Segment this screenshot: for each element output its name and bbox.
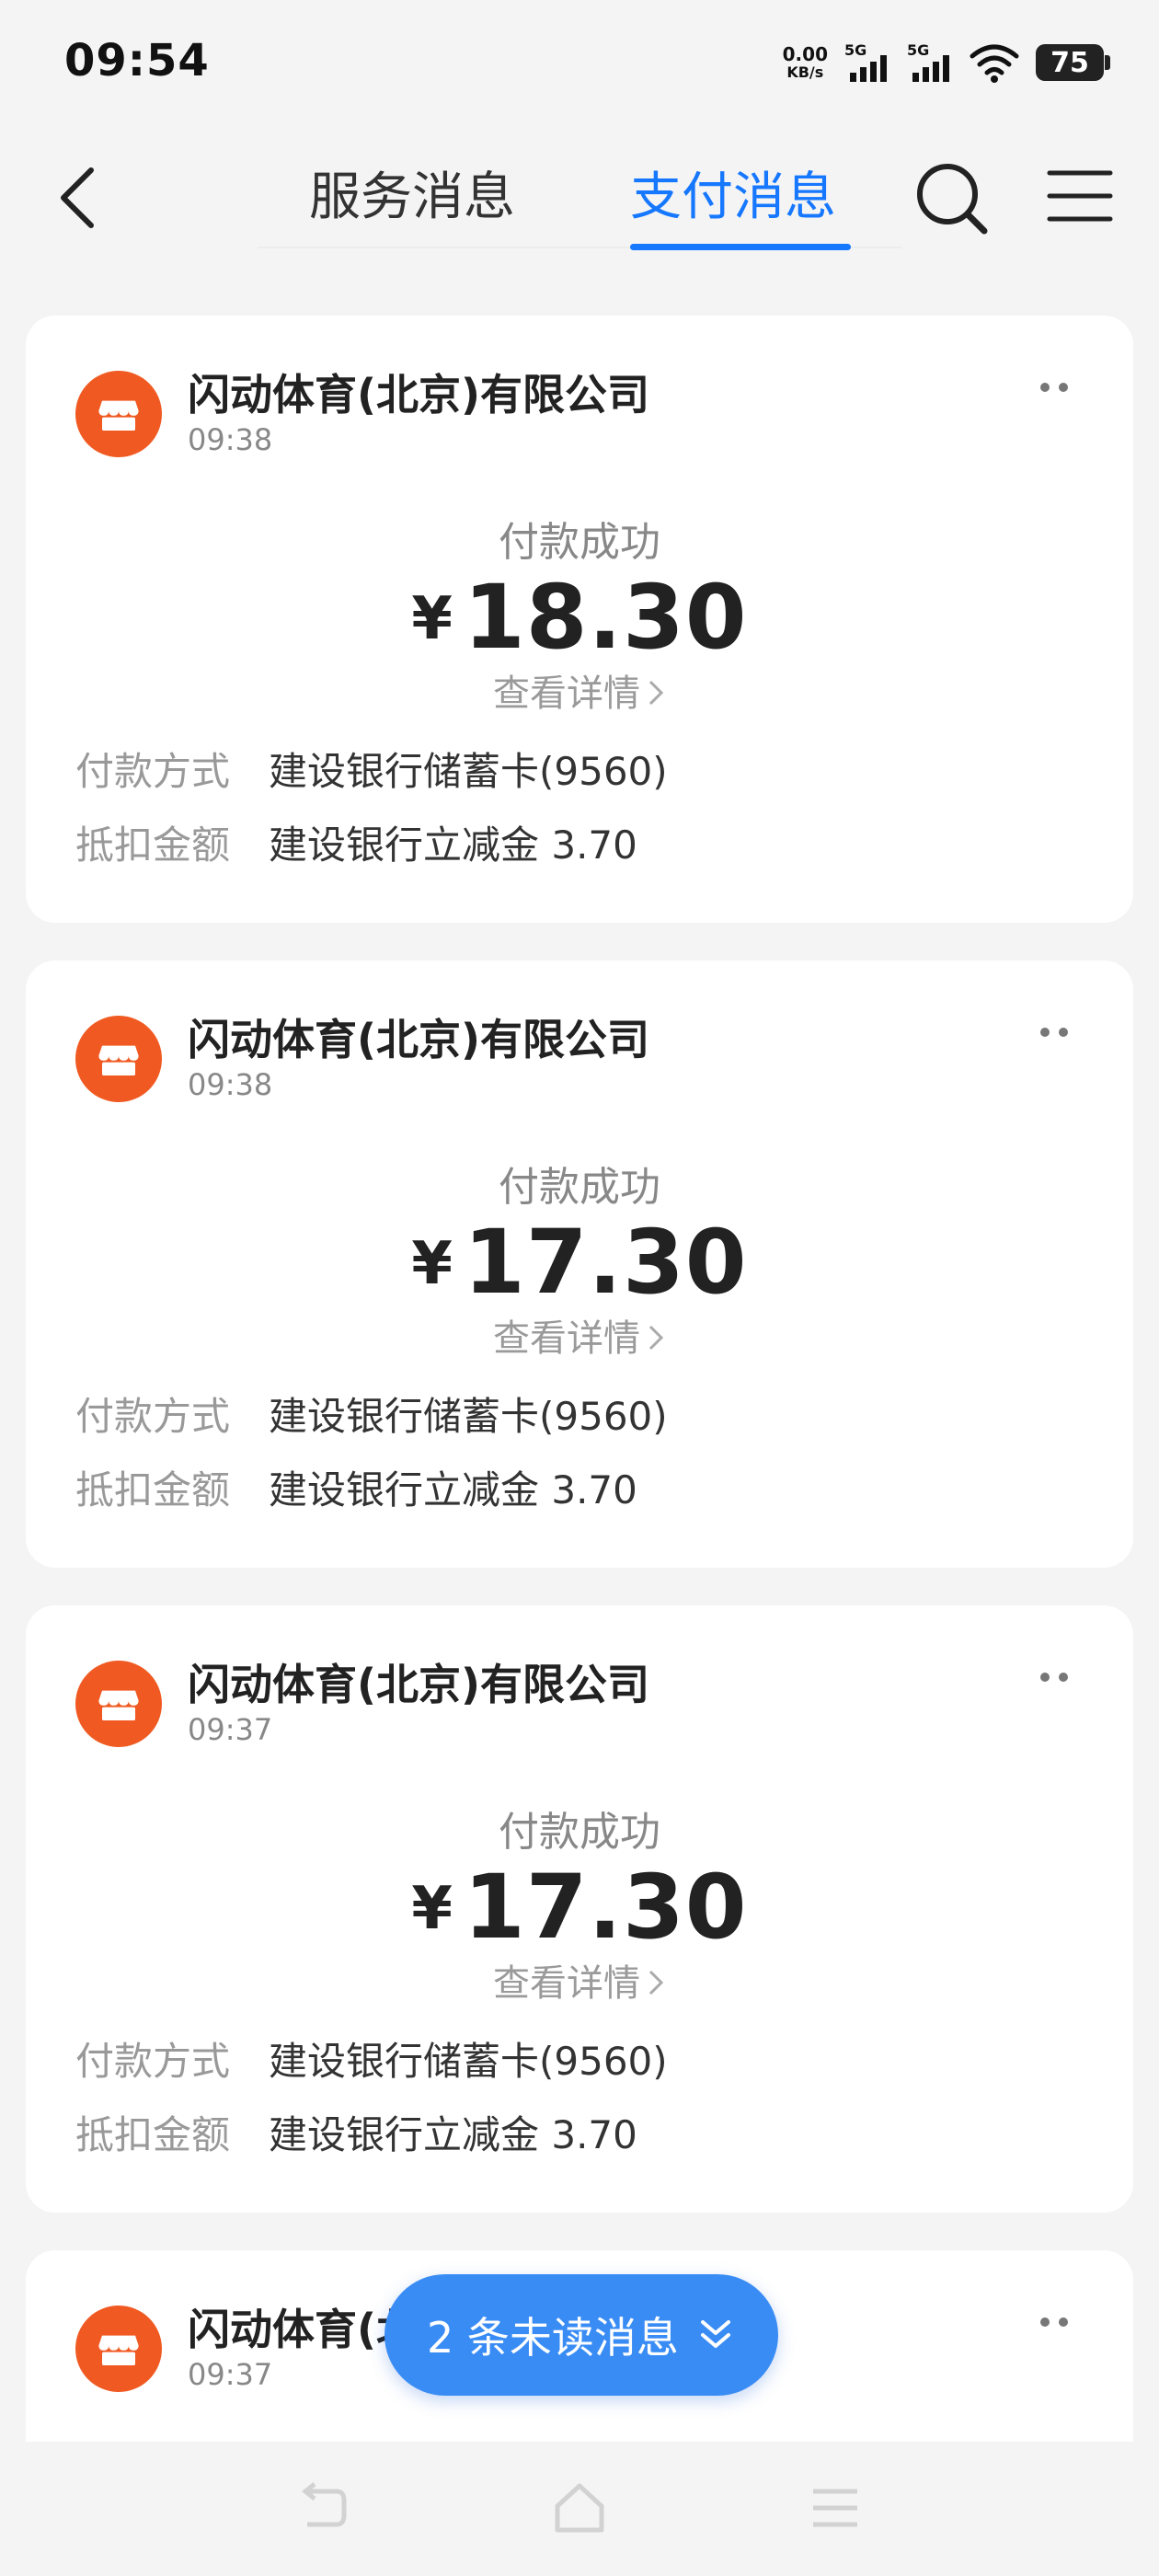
signal-icon-1: 5G bbox=[844, 41, 890, 84]
discount-value: 建设银行立减金 3.70 bbox=[269, 2112, 637, 2157]
payment-amount: ¥17.30 bbox=[26, 1856, 1133, 1959]
payment-message-card[interactable]: 闪动体育(北京)有限公司 09:38 付款成功 ¥17.30 查看详情 付款方式… bbox=[26, 960, 1133, 1568]
search-icon[interactable] bbox=[912, 159, 990, 236]
unread-messages-label: 2 条未读消息 bbox=[427, 2313, 679, 2363]
view-details-link[interactable]: 查看详情 bbox=[26, 1308, 1133, 1362]
discount-row: 抵扣金额 建设银行立减金 3.70 bbox=[75, 2104, 637, 2160]
double-chevron-down-icon bbox=[700, 2320, 730, 2348]
tab-payment-messages[interactable]: 支付消息 bbox=[630, 152, 836, 244]
currency-symbol: ¥ bbox=[411, 1230, 453, 1298]
payment-status: 付款成功 bbox=[499, 519, 660, 566]
discount-label: 抵扣金额 bbox=[75, 2112, 231, 2157]
payment-method-label: 付款方式 bbox=[75, 2039, 231, 2084]
payment-method-value: 建设银行储蓄卡(9560) bbox=[269, 1394, 668, 1439]
payment-method-label: 付款方式 bbox=[75, 749, 231, 794]
home-icon[interactable] bbox=[550, 2478, 609, 2537]
view-details-label: 查看详情 bbox=[493, 1317, 640, 1360]
view-details-label: 查看详情 bbox=[493, 673, 640, 715]
storefront-glyph-icon bbox=[98, 1045, 139, 1075]
battery-icon: 75 bbox=[1036, 44, 1110, 81]
unread-messages-button[interactable]: 2 条未读消息 bbox=[384, 2274, 778, 2396]
message-time: 09:37 bbox=[188, 2357, 273, 2392]
active-tab-indicator bbox=[630, 244, 851, 250]
message-time: 09:38 bbox=[188, 1067, 273, 1102]
store-icon bbox=[75, 1016, 162, 1102]
amount-value: 17.30 bbox=[463, 1856, 748, 1959]
discount-row: 抵扣金额 建设银行立减金 3.70 bbox=[75, 814, 637, 870]
payment-messages-screen: 09:54 0.00 KB/s 5G 5G 75 服务消息 支付消息 闪动体育(… bbox=[0, 0, 1159, 2576]
discount-label: 抵扣金额 bbox=[75, 1467, 231, 1512]
chevron-right-icon bbox=[648, 680, 664, 706]
payment-status: 付款成功 bbox=[499, 1809, 660, 1856]
payment-message-card[interactable]: 闪动体育(北京)有限公司 09:37 付款成功 ¥17.30 查看详情 付款方式… bbox=[26, 1605, 1133, 2213]
payment-method-value: 建设银行储蓄卡(9560) bbox=[269, 749, 668, 794]
discount-value: 建设银行立减金 3.70 bbox=[269, 822, 637, 868]
payment-message-card[interactable]: 闪动体育(北京)有限公司 09:38 付款成功 ¥18.30 查看详情 付款方式… bbox=[26, 316, 1133, 923]
more-options-icon[interactable] bbox=[1036, 2315, 1073, 2329]
amount-value: 18.30 bbox=[463, 566, 748, 669]
more-options-icon[interactable] bbox=[1036, 380, 1073, 395]
message-time: 09:37 bbox=[188, 1712, 273, 1747]
signal-bars-icon bbox=[912, 55, 949, 82]
payment-amount: ¥18.30 bbox=[26, 566, 1133, 669]
status-time: 09:54 bbox=[64, 35, 210, 86]
payment-status: 付款成功 bbox=[499, 1164, 660, 1211]
nav-bar: 服务消息 支付消息 bbox=[0, 129, 1159, 267]
wifi-icon bbox=[970, 44, 1019, 83]
more-options-icon[interactable] bbox=[1036, 1025, 1073, 1040]
payment-method-value: 建设银行储蓄卡(9560) bbox=[269, 2039, 668, 2084]
payment-method-row: 付款方式 建设银行储蓄卡(9560) bbox=[75, 741, 668, 797]
chevron-right-icon bbox=[648, 1970, 664, 1995]
amount-value: 17.30 bbox=[463, 1211, 748, 1314]
storefront-glyph-icon bbox=[98, 400, 139, 431]
payment-method-row: 付款方式 建设银行储蓄卡(9560) bbox=[75, 1386, 668, 1442]
discount-label: 抵扣金额 bbox=[75, 822, 231, 868]
view-details-link[interactable]: 查看详情 bbox=[26, 663, 1133, 717]
merchant-name: 闪动体育(北京)有限公司 bbox=[188, 370, 650, 420]
back-icon[interactable] bbox=[51, 161, 106, 235]
message-time: 09:38 bbox=[188, 422, 273, 457]
message-tabs: 服务消息 支付消息 bbox=[258, 152, 901, 250]
network-speed-value: 0.00 bbox=[782, 43, 828, 65]
system-navigation-bar bbox=[0, 2442, 1159, 2576]
view-details-label: 查看详情 bbox=[493, 1962, 640, 2005]
signal-bars-icon bbox=[850, 55, 887, 82]
tab-service-messages[interactable]: 服务消息 bbox=[309, 152, 515, 244]
discount-row: 抵扣金额 建设银行立减金 3.70 bbox=[75, 1459, 637, 1515]
chevron-right-icon bbox=[648, 1325, 664, 1351]
merchant-name: 闪动体育(北京)有限公司 bbox=[188, 1015, 650, 1064]
storefront-glyph-icon bbox=[98, 1690, 139, 1720]
recents-icon[interactable] bbox=[806, 2478, 865, 2537]
menu-icon[interactable] bbox=[1046, 166, 1114, 226]
status-indicators: 0.00 KB/s 5G 5G 75 bbox=[783, 37, 1110, 88]
back-gesture-icon[interactable] bbox=[294, 2478, 353, 2537]
status-bar: 09:54 0.00 KB/s 5G 5G 75 bbox=[0, 0, 1159, 129]
store-icon bbox=[75, 2306, 162, 2392]
discount-value: 建设银行立减金 3.70 bbox=[269, 1467, 637, 1512]
network-speed-unit: KB/s bbox=[786, 63, 824, 81]
network-speed: 0.00 KB/s bbox=[783, 44, 828, 81]
payment-method-row: 付款方式 建设银行储蓄卡(9560) bbox=[75, 2030, 668, 2087]
currency-symbol: ¥ bbox=[411, 585, 453, 653]
payment-method-label: 付款方式 bbox=[75, 1394, 231, 1439]
merchant-name: 闪动体育(北京)有限公司 bbox=[188, 1660, 650, 1709]
payment-amount: ¥17.30 bbox=[26, 1211, 1133, 1314]
more-options-icon[interactable] bbox=[1036, 1670, 1073, 1685]
storefront-glyph-icon bbox=[98, 2335, 139, 2365]
store-icon bbox=[75, 1661, 162, 1747]
signal-icon-2: 5G bbox=[907, 41, 953, 84]
store-icon bbox=[75, 371, 162, 457]
currency-symbol: ¥ bbox=[411, 1875, 453, 1943]
view-details-link[interactable]: 查看详情 bbox=[26, 1953, 1133, 2007]
